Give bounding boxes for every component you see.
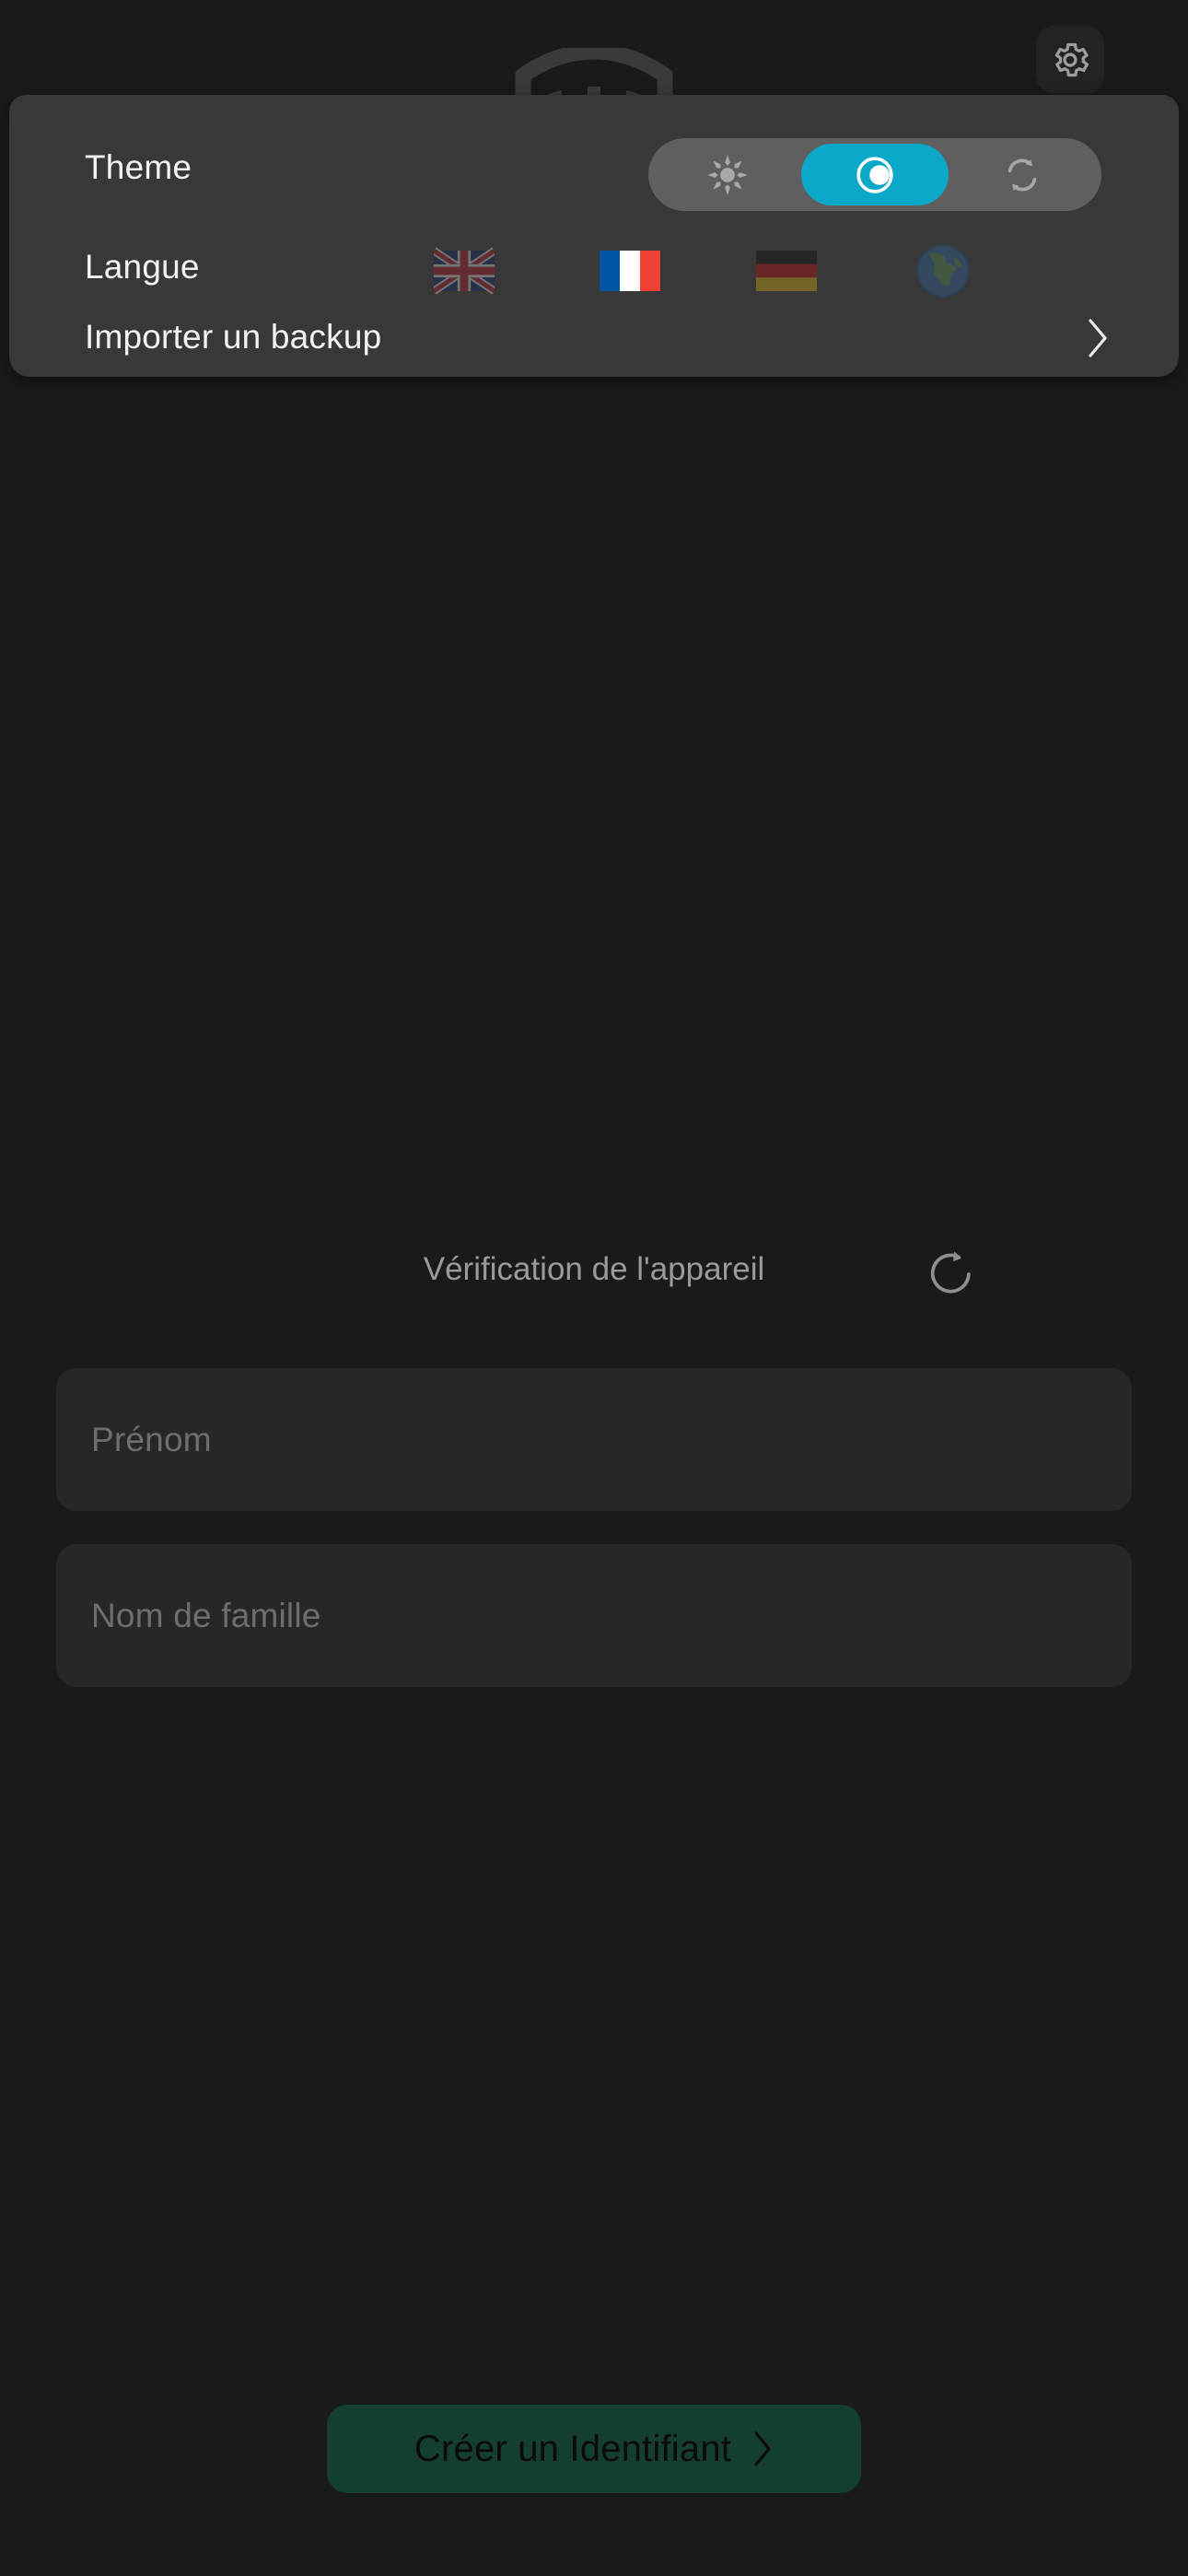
last-name-placeholder: Nom de famille bbox=[91, 1596, 321, 1634]
sync-icon bbox=[1001, 154, 1043, 196]
theme-option-auto[interactable] bbox=[949, 144, 1096, 205]
language-option-fr[interactable] bbox=[595, 240, 665, 301]
theme-option-light[interactable] bbox=[654, 144, 801, 205]
chevron-right-icon bbox=[751, 2430, 774, 2468]
gear-icon bbox=[1049, 39, 1091, 81]
create-identifier-button[interactable]: Créer un Identifiant bbox=[327, 2405, 861, 2493]
app-screen: Theme Langue Importer un backup Vérifica… bbox=[0, 0, 1188, 2576]
settings-row-theme: Theme bbox=[9, 130, 1179, 218]
first-name-input[interactable]: Prénom bbox=[56, 1368, 1132, 1511]
theme-segmented-control[interactable] bbox=[648, 138, 1101, 211]
moon-icon bbox=[854, 154, 896, 196]
language-option-de[interactable] bbox=[751, 240, 821, 301]
first-name-placeholder: Prénom bbox=[91, 1420, 212, 1458]
last-name-input[interactable]: Nom de famille bbox=[56, 1544, 1132, 1687]
create-identifier-label: Créer un Identifiant bbox=[413, 2428, 732, 2469]
globe-icon bbox=[915, 243, 971, 299]
flag-uk-icon bbox=[434, 246, 495, 296]
settings-button[interactable] bbox=[1036, 26, 1104, 94]
flag-germany-icon bbox=[756, 246, 817, 296]
chevron-right-icon bbox=[1079, 312, 1116, 364]
device-verification-block: Vérification de l'appareil bbox=[0, 1246, 1188, 1308]
theme-label: Theme bbox=[85, 148, 192, 186]
sun-icon bbox=[706, 154, 749, 196]
theme-option-dark[interactable] bbox=[801, 144, 949, 205]
language-option-en[interactable] bbox=[429, 240, 499, 301]
flag-france-icon bbox=[600, 246, 660, 296]
language-option-system[interactable] bbox=[908, 240, 978, 301]
language-label: Langue bbox=[85, 248, 200, 286]
settings-row-language: Langue bbox=[9, 226, 1179, 314]
device-verification-label: Vérification de l'appareil bbox=[423, 1251, 765, 1287]
settings-panel: Theme Langue Importer un backup bbox=[9, 95, 1179, 377]
import-backup-label: Importer un backup bbox=[85, 318, 382, 356]
refresh-icon[interactable] bbox=[923, 1246, 980, 1303]
settings-row-import-backup[interactable]: Importer un backup bbox=[9, 305, 1179, 377]
